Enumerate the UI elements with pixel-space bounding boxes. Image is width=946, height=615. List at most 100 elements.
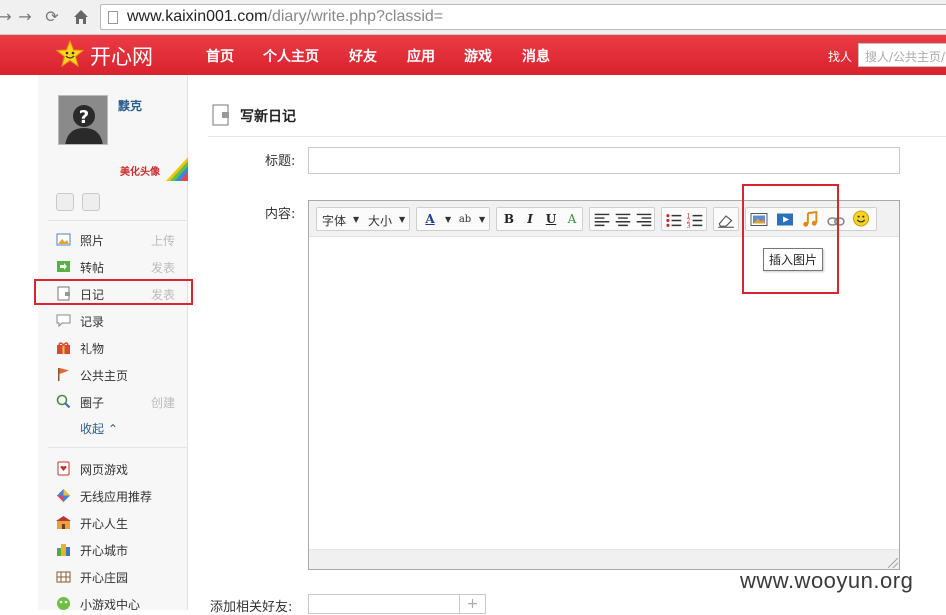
align-center-icon[interactable] [614,212,632,229]
upload-link[interactable]: 上传 [151,232,175,249]
circle-icon [56,394,71,409]
title-label: 标题: [265,154,296,169]
sidebar-item-circles[interactable]: 圈子 创建 [54,393,184,411]
sidebar-item-label: 照片 [80,234,105,248]
numbered-list-icon[interactable]: 123 [686,212,704,229]
profile-tools [56,193,108,214]
add-friend-button[interactable]: + [459,595,485,613]
nav-apps[interactable]: 应用 [407,46,435,66]
divider [48,220,188,221]
font-select[interactable]: 字体 [322,212,346,229]
highlight-box-diary [34,279,193,305]
color-group: A ▼ ab ▼ [416,207,490,231]
diary-page-icon [212,104,229,126]
avatar[interactable]: ? [58,95,108,145]
logo-text[interactable]: 开心网 [90,41,153,71]
bold-icon[interactable]: B [500,211,518,228]
collapse-toggle[interactable]: 收起 ⌃ [80,420,118,437]
app-item-label: 开心城市 [80,544,129,558]
top-navigation: 开心网 首页 个人主页 好友 应用 游戏 消息 找人 搜人/公共主页/ [0,35,946,75]
app-item-label: 无线应用推荐 [80,490,153,504]
chevron-down-icon[interactable]: ▼ [445,215,451,224]
forward-icon[interactable]: → [14,6,36,28]
highlight-color-icon[interactable]: ab [456,211,474,228]
clear-group [713,207,739,231]
chevron-down-icon: ▼ [353,215,360,224]
editor-status-bar [309,549,899,569]
svg-text:?: ? [79,107,89,128]
farm-icon [56,571,71,583]
app-item-wireless[interactable]: 无线应用推荐 [54,487,184,505]
app-item-web-games[interactable]: 网页游戏 [54,460,184,478]
chevron-down-icon[interactable]: ▼ [479,215,485,224]
sidebar-item-public-page[interactable]: 公共主页 [54,366,184,384]
record-icon [56,314,71,328]
nav-games[interactable]: 游戏 [464,46,492,66]
logo-star-icon [56,40,84,68]
content-label: 内容: [265,207,296,222]
format-group: B I U A [496,207,583,231]
sidebar-item-label: 公共主页 [80,369,129,383]
url-input[interactable]: www.kaixin001.com/diary/write.php?classi… [100,4,946,30]
sidebar-item-records[interactable]: 记录 [54,312,184,330]
insert-emoji-icon[interactable] [852,210,870,227]
sidebar-item-gifts[interactable]: 礼物 [54,339,184,357]
add-friends-label: 添加相关好友: [210,600,293,615]
bullet-list-icon[interactable] [665,212,683,229]
eraser-icon[interactable] [717,212,735,229]
url-text: www.kaixin001.com/diary/write.php?classi… [127,8,444,25]
highlight-box-insert [742,184,839,294]
font-color-icon[interactable]: A [421,211,439,228]
title-input[interactable] [308,147,900,174]
life-icon [56,516,71,529]
size-select[interactable]: 大小 [368,212,392,229]
nav-profile[interactable]: 个人主页 [263,46,319,66]
home-icon[interactable] [70,6,92,28]
align-right-icon[interactable] [635,212,653,229]
photo-icon [56,233,71,246]
username[interactable]: 黩克 [118,97,142,114]
text-effect-icon[interactable]: A [563,211,581,228]
nav-home[interactable]: 首页 [206,46,234,66]
edit-profile-icon[interactable] [56,193,74,211]
list-group: 123 [661,207,707,231]
search-input[interactable]: 搜人/公共主页/ [858,43,946,67]
find-people-label[interactable]: 找人 [828,48,852,65]
app-item-happy-farm[interactable]: 开心庄园 [54,568,184,586]
nav-messages[interactable]: 消息 [522,46,550,66]
rainbow-corner-icon [166,157,188,181]
beautify-avatar-link[interactable]: 美化头像 [120,163,160,178]
settings-icon[interactable] [82,193,100,211]
diamond-icon [57,489,70,502]
sidebar-item-label: 礼物 [80,342,105,356]
city-icon [57,544,70,556]
gift-icon [57,342,70,354]
reload-icon[interactable]: ⟳ [41,6,63,28]
watermark: www.wooyun.org [740,568,914,593]
chevron-down-icon: ▼ [399,215,406,224]
repost-icon [57,261,70,272]
page-title: 写新日记 [240,109,296,125]
nav-friends[interactable]: 好友 [349,46,377,66]
app-item-happy-life[interactable]: 开心人生 [54,514,184,532]
game-icon [57,597,70,610]
cards-icon [57,461,70,476]
create-link[interactable]: 创建 [151,394,175,411]
align-left-icon[interactable] [593,212,611,229]
sidebar-item-photos[interactable]: 照片 上传 [54,231,184,249]
post-link[interactable]: 发表 [151,259,175,276]
app-item-mini-games[interactable]: 小游戏中心 [54,595,184,613]
flag-icon [58,368,69,381]
app-item-happy-city[interactable]: 开心城市 [54,541,184,559]
page-icon [108,11,118,24]
italic-icon[interactable]: I [521,211,539,228]
svg-text:3: 3 [687,223,691,229]
add-friends-input[interactable]: + [308,594,486,614]
sidebar-item-repost[interactable]: 转帖 发表 [54,258,184,276]
sidebar: ? 黩克 美化头像 照片 上传 转帖 发表 日记 发表 记录 礼物 公共主页 圈… [38,75,188,613]
app-item-label: 网页游戏 [80,463,129,477]
resize-handle[interactable] [888,558,898,568]
app-item-label: 开心人生 [80,517,129,531]
underline-icon[interactable]: U [542,211,560,228]
app-item-label: 小游戏中心 [80,598,141,612]
